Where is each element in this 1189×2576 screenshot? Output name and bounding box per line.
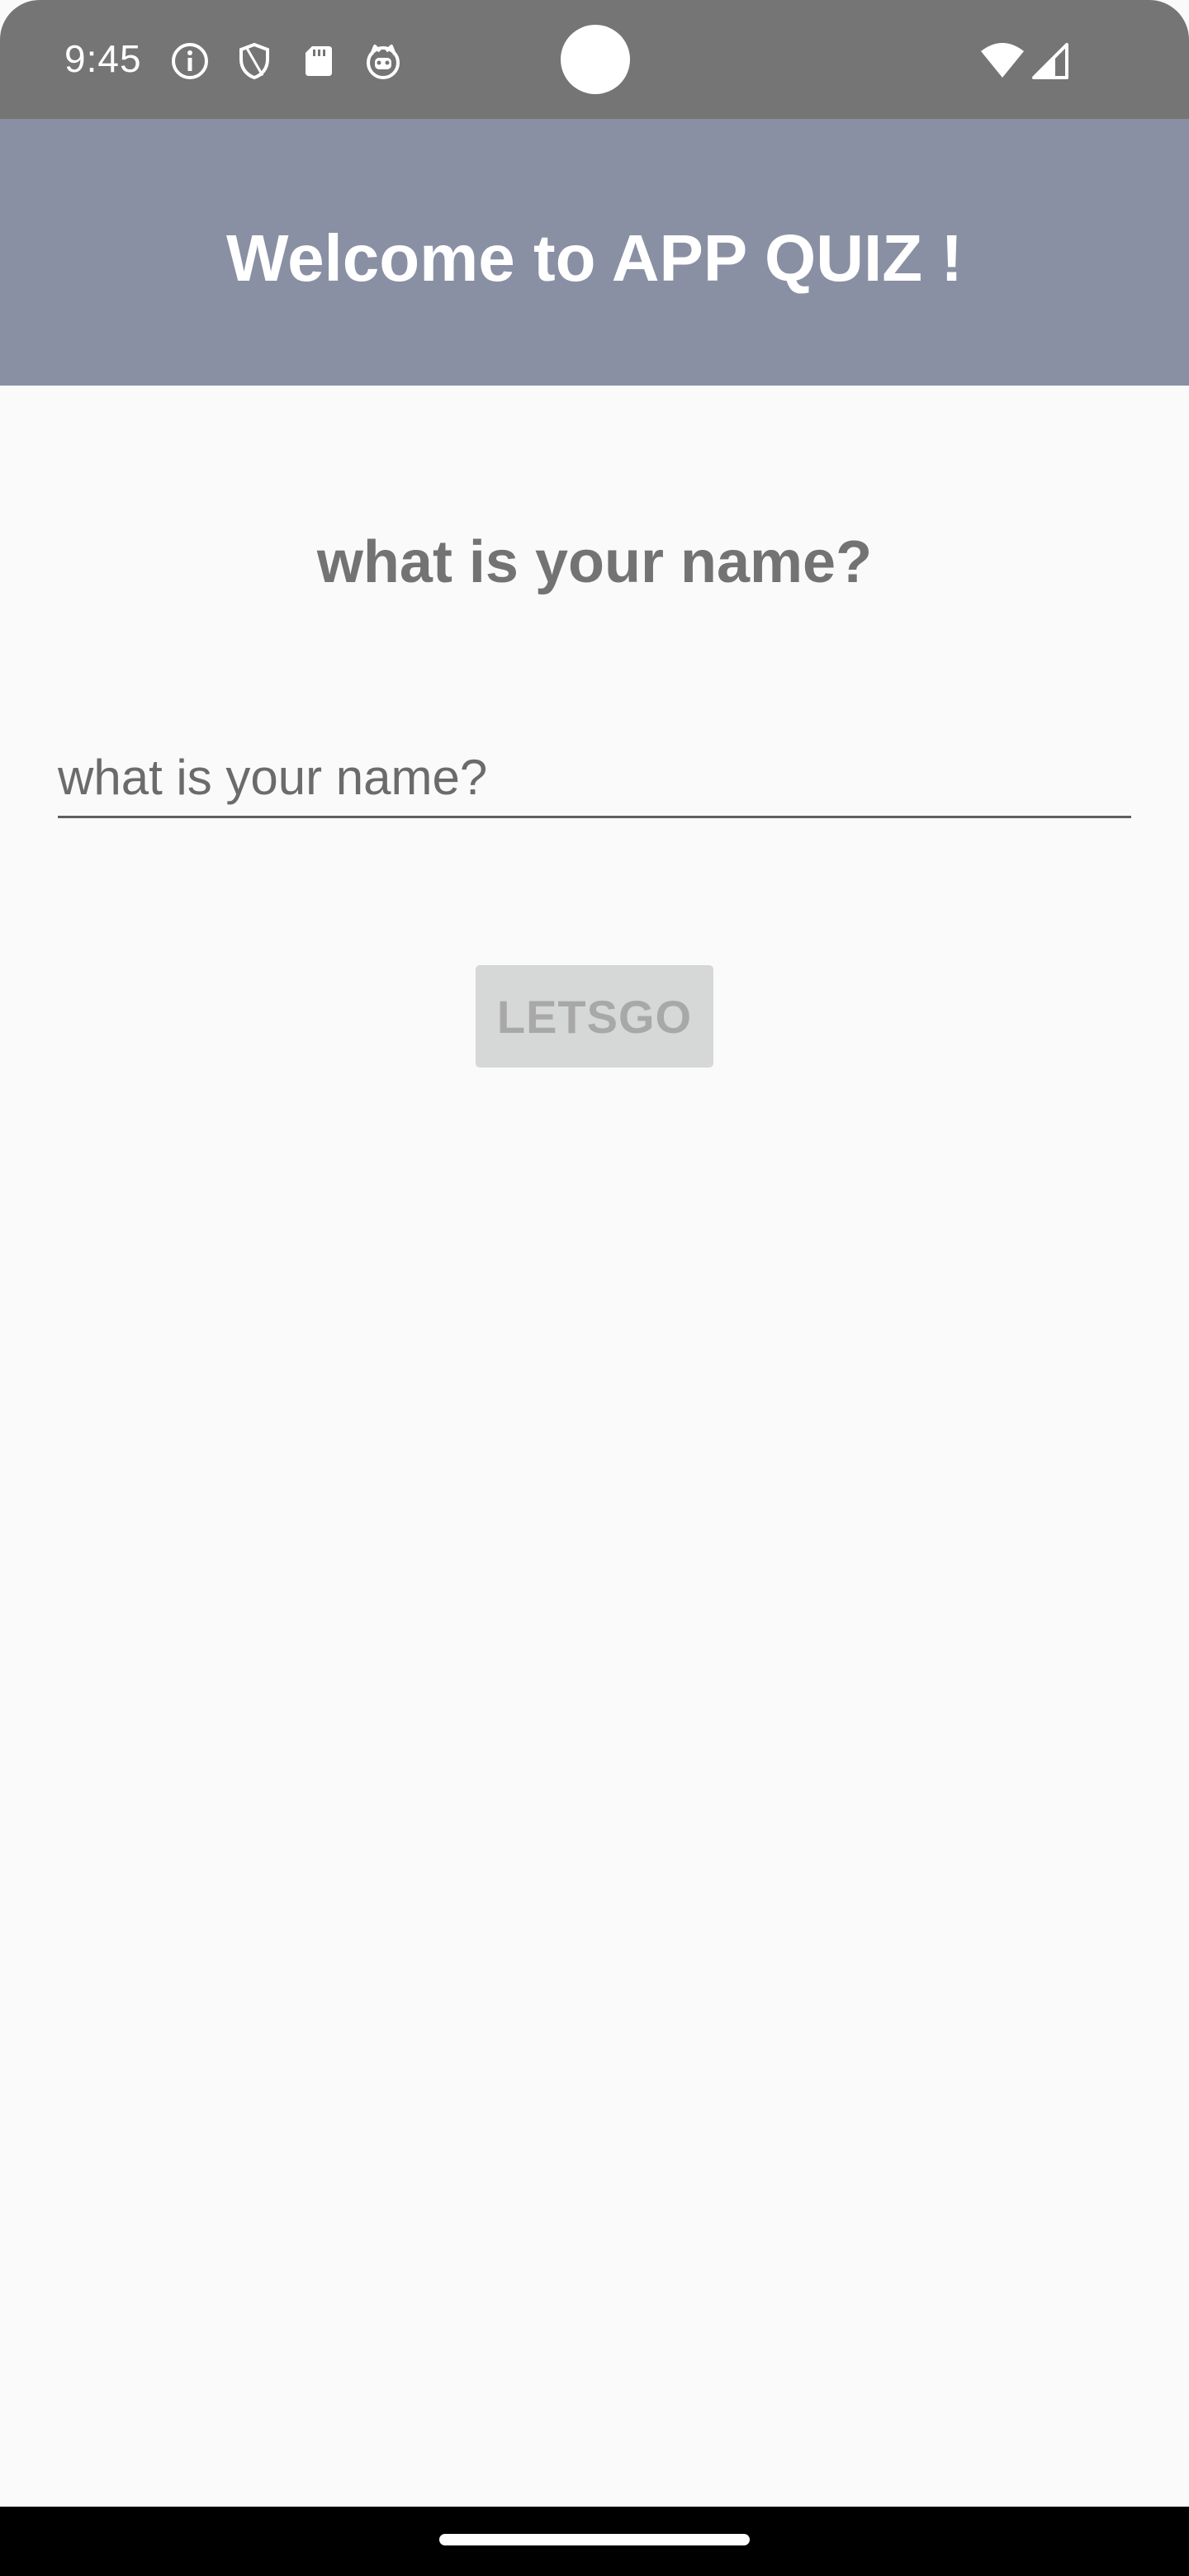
question-title: what is your name? — [316, 529, 873, 595]
app-bar: Welcome to APP QUIZ ! — [0, 119, 1189, 386]
wifi-icon — [979, 41, 1026, 81]
camera-cutout — [561, 25, 630, 94]
app-title: Welcome to APP QUIZ ! — [226, 220, 963, 295]
cat-face-icon — [363, 41, 403, 81]
status-time: 9:45 — [64, 37, 142, 80]
info-icon — [170, 41, 210, 81]
sd-card-icon — [299, 41, 339, 81]
name-input[interactable] — [58, 739, 1131, 818]
letsgo-button[interactable]: LETSGO — [476, 965, 713, 1068]
shield-icon — [234, 41, 274, 81]
home-gesture-handle[interactable] — [439, 2534, 750, 2545]
cell-signal-icon — [1030, 41, 1070, 81]
status-bar: 9:45 — [0, 0, 1189, 119]
